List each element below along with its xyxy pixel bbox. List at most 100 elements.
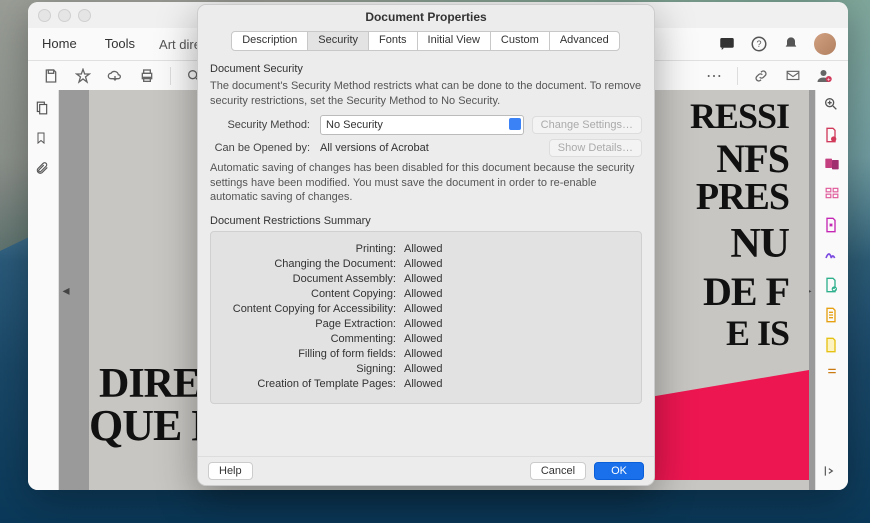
dialog-footer: Help Cancel OK bbox=[198, 456, 654, 485]
prev-page-arrow[interactable]: ◂ bbox=[61, 275, 71, 305]
restriction-key: Filling of form fields: bbox=[221, 348, 404, 360]
left-rail bbox=[28, 90, 59, 490]
restriction-value: Allowed bbox=[404, 378, 443, 390]
mail-icon[interactable] bbox=[784, 67, 802, 85]
tab-description[interactable]: Description bbox=[231, 31, 308, 51]
organize-icon[interactable] bbox=[823, 186, 841, 204]
restriction-key: Signing: bbox=[221, 363, 404, 375]
restriction-row: Commenting:Allowed bbox=[221, 333, 631, 345]
page-text: DE F bbox=[703, 268, 789, 315]
security-method-value: No Security bbox=[326, 119, 383, 131]
dialog-body: Document Security The document's Securit… bbox=[198, 51, 654, 456]
help-icon[interactable]: ? bbox=[750, 35, 768, 53]
restriction-row: Creation of Template Pages:Allowed bbox=[221, 378, 631, 390]
ok-button[interactable]: OK bbox=[594, 462, 644, 480]
opened-by-value: All versions of Acrobat bbox=[320, 142, 541, 154]
print-icon[interactable] bbox=[138, 67, 156, 85]
restriction-row: Filling of form fields:Allowed bbox=[221, 348, 631, 360]
minimize-window[interactable] bbox=[58, 9, 71, 22]
restrictions-heading: Document Restrictions Summary bbox=[210, 215, 642, 227]
security-heading: Document Security bbox=[210, 63, 642, 75]
tab-security[interactable]: Security bbox=[307, 31, 369, 51]
page-text: NU bbox=[730, 220, 789, 268]
more-icon[interactable]: ⋯ bbox=[705, 67, 723, 85]
restriction-row: Page Extraction:Allowed bbox=[221, 318, 631, 330]
restrictions-box: Printing:AllowedChanging the Document:Al… bbox=[210, 231, 642, 404]
bookmark-icon[interactable] bbox=[35, 130, 51, 146]
restriction-value: Allowed bbox=[404, 288, 443, 300]
restriction-value: Allowed bbox=[404, 363, 443, 375]
svg-text:+: + bbox=[827, 77, 831, 83]
restriction-value: Allowed bbox=[404, 303, 443, 315]
restriction-row: Content Copying for Accessibility:Allowe… bbox=[221, 303, 631, 315]
document-properties-dialog: Document Properties Description Security… bbox=[197, 4, 655, 486]
security-description: The document's Security Method restricts… bbox=[210, 79, 642, 109]
restriction-key: Document Assembly: bbox=[221, 273, 404, 285]
protect-icon[interactable] bbox=[823, 276, 841, 294]
svg-text:+: + bbox=[832, 137, 835, 143]
dialog-title: Document Properties bbox=[198, 5, 654, 29]
security-method-label: Security Method: bbox=[210, 119, 320, 131]
help-button[interactable]: Help bbox=[208, 462, 253, 480]
change-settings-button: Change Settings… bbox=[532, 116, 642, 134]
restriction-value: Allowed bbox=[404, 333, 443, 345]
security-method-row: Security Method: No Security Change Sett… bbox=[210, 115, 642, 135]
window-controls bbox=[38, 9, 91, 22]
restriction-key: Changing the Document: bbox=[221, 258, 404, 270]
share-icon[interactable] bbox=[823, 336, 841, 354]
restriction-key: Printing: bbox=[221, 243, 404, 255]
security-method-select[interactable]: No Security bbox=[320, 115, 524, 135]
restriction-value: Allowed bbox=[404, 258, 443, 270]
tab-custom[interactable]: Custom bbox=[490, 31, 550, 51]
restriction-value: Allowed bbox=[404, 318, 443, 330]
page-text: E IS bbox=[726, 312, 789, 354]
export-icon[interactable] bbox=[823, 216, 841, 234]
thumbnails-icon[interactable] bbox=[35, 100, 51, 116]
restriction-row: Document Assembly:Allowed bbox=[221, 273, 631, 285]
create-pdf-icon[interactable]: + bbox=[823, 126, 841, 144]
combine-icon[interactable] bbox=[823, 156, 841, 174]
restriction-value: Allowed bbox=[404, 273, 443, 285]
add-user-icon[interactable]: + bbox=[816, 67, 834, 85]
user-avatar[interactable] bbox=[814, 33, 836, 55]
restriction-row: Printing:Allowed bbox=[221, 243, 631, 255]
collapse-rail-icon[interactable] bbox=[823, 464, 841, 482]
restriction-row: Content Copying:Allowed bbox=[221, 288, 631, 300]
opened-by-row: Can be Opened by: All versions of Acroba… bbox=[210, 139, 642, 157]
restriction-key: Creation of Template Pages: bbox=[221, 378, 404, 390]
search-tool-icon[interactable] bbox=[823, 96, 841, 114]
cloud-icon[interactable] bbox=[106, 67, 124, 85]
dialog-tabs: Description Security Fonts Initial View … bbox=[198, 31, 654, 51]
zoom-window[interactable] bbox=[78, 9, 91, 22]
sign-icon[interactable] bbox=[823, 246, 841, 264]
restriction-key: Commenting: bbox=[221, 333, 404, 345]
tab-fonts[interactable]: Fonts bbox=[368, 31, 418, 51]
tab-home[interactable]: Home bbox=[28, 28, 91, 60]
restriction-key: Content Copying for Accessibility: bbox=[221, 303, 404, 315]
more-tools-icon[interactable] bbox=[823, 366, 841, 384]
close-window[interactable] bbox=[38, 9, 51, 22]
page-text: RESSI bbox=[690, 95, 789, 137]
divider bbox=[170, 67, 171, 85]
restriction-value: Allowed bbox=[404, 348, 443, 360]
save-icon[interactable] bbox=[42, 67, 60, 85]
restriction-value: Allowed bbox=[404, 243, 443, 255]
restriction-row: Changing the Document:Allowed bbox=[221, 258, 631, 270]
link-icon[interactable] bbox=[752, 67, 770, 85]
restriction-key: Content Copying: bbox=[221, 288, 404, 300]
chat-icon[interactable] bbox=[718, 35, 736, 53]
page-text: PRES bbox=[696, 175, 789, 219]
bell-icon[interactable] bbox=[782, 35, 800, 53]
divider bbox=[737, 67, 738, 85]
tab-advanced[interactable]: Advanced bbox=[549, 31, 620, 51]
restriction-row: Signing:Allowed bbox=[221, 363, 631, 375]
star-icon[interactable] bbox=[74, 67, 92, 85]
attachment-icon[interactable] bbox=[35, 160, 51, 176]
cancel-button[interactable]: Cancel bbox=[530, 462, 586, 480]
tab-initial-view[interactable]: Initial View bbox=[417, 31, 491, 51]
compress-icon[interactable] bbox=[823, 306, 841, 324]
tab-tools[interactable]: Tools bbox=[91, 28, 149, 60]
svg-text:?: ? bbox=[756, 39, 761, 49]
restriction-key: Page Extraction: bbox=[221, 318, 404, 330]
right-rail: + bbox=[815, 90, 848, 490]
